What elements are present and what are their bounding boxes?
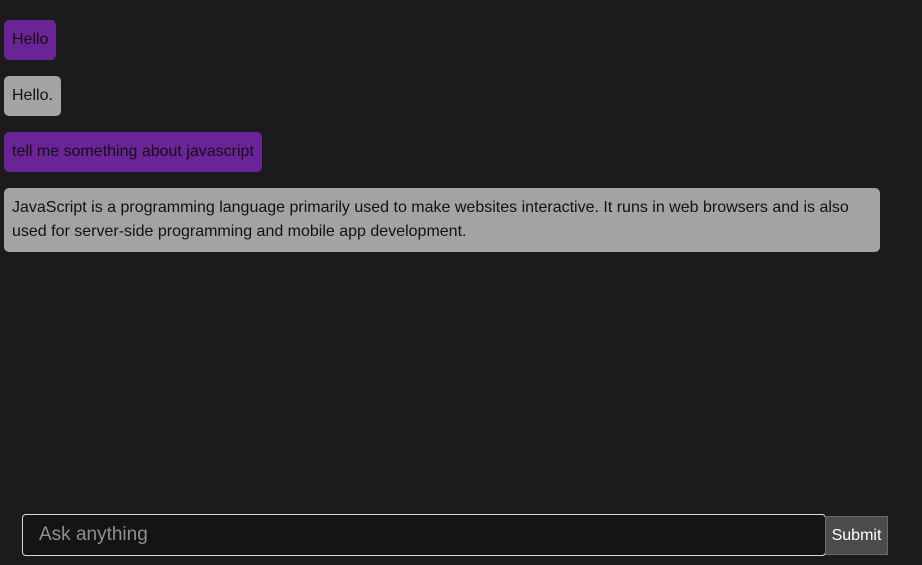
assistant-message: Hello. (4, 76, 61, 116)
user-message: tell me something about javascript (4, 132, 262, 172)
chat-app: Hello Hello. tell me something about jav… (0, 0, 922, 565)
submit-button[interactable]: Submit (825, 516, 888, 555)
user-message: Hello (4, 20, 57, 60)
chat-input[interactable] (22, 514, 826, 556)
message-list: Hello Hello. tell me something about jav… (4, 20, 884, 268)
chat-input-bar: Submit (22, 514, 888, 556)
assistant-message: JavaScript is a programming language pri… (4, 188, 880, 252)
